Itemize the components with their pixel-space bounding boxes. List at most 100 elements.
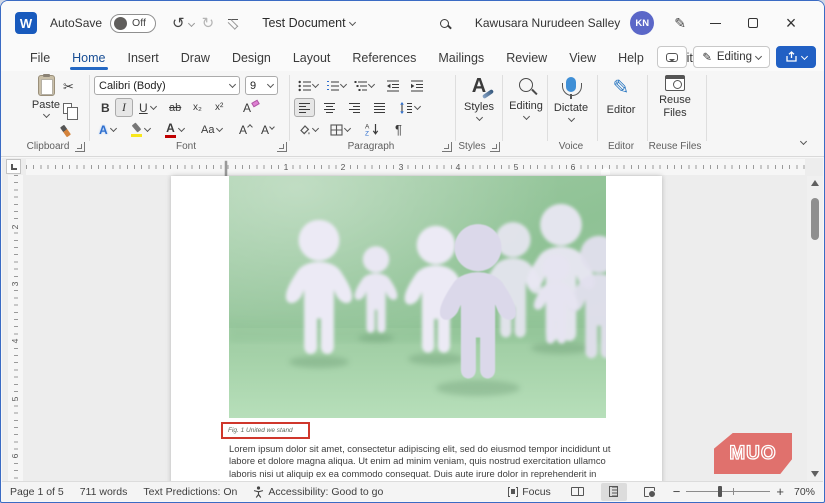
font-name-combo[interactable]: Calibri (Body) — [94, 76, 240, 95]
clipboard-dialog-launcher[interactable] — [75, 142, 85, 152]
text-effects-button[interactable]: A — [95, 120, 120, 139]
tab-references[interactable]: References — [341, 48, 427, 68]
borders-button[interactable] — [326, 120, 354, 139]
zoom-level[interactable]: 70% — [794, 486, 815, 498]
align-center-button[interactable] — [319, 98, 340, 117]
reuse-files-button[interactable]: Reuse Files — [648, 75, 702, 119]
body-paragraph[interactable]: Lorem ipsum dolor sit amet, consectetur … — [229, 443, 610, 483]
document-image-people[interactable] — [229, 176, 606, 418]
bullets-button[interactable] — [294, 76, 322, 95]
tab-insert[interactable]: Insert — [117, 48, 170, 68]
clear-formatting-button[interactable]: A — [239, 98, 263, 117]
shrink-font-button[interactable]: A — [257, 120, 278, 139]
collapse-ribbon-icon[interactable] — [799, 137, 808, 146]
show-formatting-button[interactable]: ¶ — [391, 120, 406, 139]
italic-button[interactable]: I — [115, 98, 133, 117]
autosave-label: AutoSave — [50, 16, 103, 30]
horizontal-ruler[interactable]: 1 2 3 4 5 6 — [26, 159, 805, 179]
font-color-button[interactable]: A — [161, 120, 188, 139]
dictate-button[interactable]: Dictate — [548, 75, 594, 123]
comments-button[interactable] — [657, 46, 688, 68]
window-controls — [696, 8, 810, 38]
multilevel-list-button[interactable] — [350, 76, 378, 95]
search-icon[interactable] — [439, 18, 449, 28]
font-size-combo[interactable]: 9 — [245, 76, 278, 95]
page-indicator[interactable]: Page 1 of 5 — [10, 486, 64, 498]
scroll-up-icon[interactable] — [811, 180, 819, 186]
tab-stop-selector[interactable] — [6, 159, 21, 174]
minimize-button[interactable] — [696, 8, 734, 38]
account-name[interactable]: Kawusara Nurudeen Salley — [475, 16, 620, 30]
redo-button[interactable]: ↻ — [202, 16, 215, 31]
grow-font-button[interactable]: A — [235, 120, 256, 139]
paragraph-line: laboris nisi ut aliquip ex ea commodo co… — [229, 467, 597, 479]
subscript-button[interactable]: x₂ — [189, 98, 206, 117]
accessibility-status[interactable]: Accessibility: Good to go — [253, 486, 383, 498]
autosave-toggle[interactable]: Off — [110, 13, 157, 33]
tab-view[interactable]: View — [558, 48, 607, 68]
document-canvas: 1 2 3 4 5 6 2 3 4 5 6 Fig. 1 United we s… — [2, 158, 823, 483]
avatar[interactable]: KN — [630, 11, 655, 35]
tab-draw[interactable]: Draw — [170, 48, 221, 68]
scroll-down-icon[interactable] — [811, 471, 819, 477]
copy-button[interactable] — [59, 99, 78, 120]
scrollbar-thumb[interactable] — [811, 198, 819, 240]
tab-home[interactable]: Home — [61, 48, 116, 70]
zoom-slider[interactable] — [686, 485, 771, 497]
tab-help[interactable]: Help — [607, 48, 655, 68]
tab-layout[interactable]: Layout — [282, 48, 342, 68]
sort-button[interactable]: AZ — [361, 120, 384, 139]
justify-button[interactable] — [369, 98, 390, 117]
editor-button[interactable]: Editor — [598, 75, 644, 116]
zoom-in-icon[interactable]: + — [776, 485, 784, 498]
format-painter-button[interactable] — [59, 121, 72, 140]
document-page[interactable]: Fig. 1 United we stand Lorem ipsum dolor… — [171, 176, 662, 483]
align-right-button[interactable] — [344, 98, 365, 117]
tab-design[interactable]: Design — [221, 48, 282, 68]
vertical-scrollbar[interactable] — [807, 176, 823, 483]
text-predictions[interactable]: Text Predictions: On — [143, 486, 237, 498]
decrease-indent-button[interactable] — [382, 76, 404, 95]
caption-highlight-box[interactable]: Fig. 1 United we stand — [221, 422, 310, 439]
superscript-button[interactable]: x² — [211, 98, 227, 117]
numbering-button[interactable] — [322, 76, 350, 95]
styles-dialog-launcher[interactable] — [490, 142, 500, 152]
editing-mode-button[interactable]: ✎ Editing — [693, 46, 770, 68]
cut-button[interactable] — [59, 77, 78, 96]
strikethrough-button[interactable]: ab — [165, 98, 185, 117]
align-center-icon — [324, 102, 335, 113]
focus-mode-button[interactable]: Focus — [508, 484, 551, 499]
line-spacing-button[interactable] — [395, 98, 424, 117]
shading-button[interactable] — [294, 120, 322, 139]
styles-button[interactable]: A Styles — [456, 75, 502, 122]
pen-sparkle-icon[interactable]: ✎ — [674, 15, 686, 32]
word-logo-icon[interactable]: W — [15, 12, 37, 34]
word-count[interactable]: 711 words — [80, 486, 128, 498]
close-button[interactable] — [772, 8, 810, 38]
align-left-button[interactable] — [294, 98, 315, 117]
maximize-button[interactable] — [734, 8, 772, 38]
vertical-ruler[interactable]: 2 3 4 5 6 — [8, 175, 23, 483]
editing-button[interactable]: Editing — [503, 75, 549, 121]
tab-mailings[interactable]: Mailings — [427, 48, 495, 68]
indent-marker-right[interactable] — [601, 167, 610, 175]
styles-icon: A — [472, 75, 495, 100]
quick-access-toolbar-button[interactable] — [227, 19, 239, 30]
change-case-button[interactable]: Aa — [197, 120, 226, 139]
share-button[interactable] — [776, 46, 816, 68]
zoom-slider-thumb[interactable] — [718, 485, 723, 497]
web-layout-button[interactable] — [637, 483, 663, 501]
increase-indent-button[interactable] — [406, 76, 428, 95]
read-mode-button[interactable] — [565, 483, 591, 501]
underline-button[interactable]: U — [135, 98, 160, 117]
bold-button[interactable]: B — [97, 98, 114, 117]
tab-review[interactable]: Review — [495, 48, 558, 68]
zoom-out-icon[interactable]: − — [673, 485, 681, 498]
tab-file[interactable]: File — [19, 48, 61, 68]
clipboard-group-label: Clipboard — [26, 141, 70, 152]
document-title[interactable]: Test Document — [262, 16, 356, 30]
undo-button[interactable]: ↺ — [172, 16, 195, 31]
print-layout-button[interactable] — [600, 482, 627, 501]
highlight-color-button[interactable] — [127, 120, 154, 139]
font-dialog-launcher[interactable] — [277, 142, 287, 152]
